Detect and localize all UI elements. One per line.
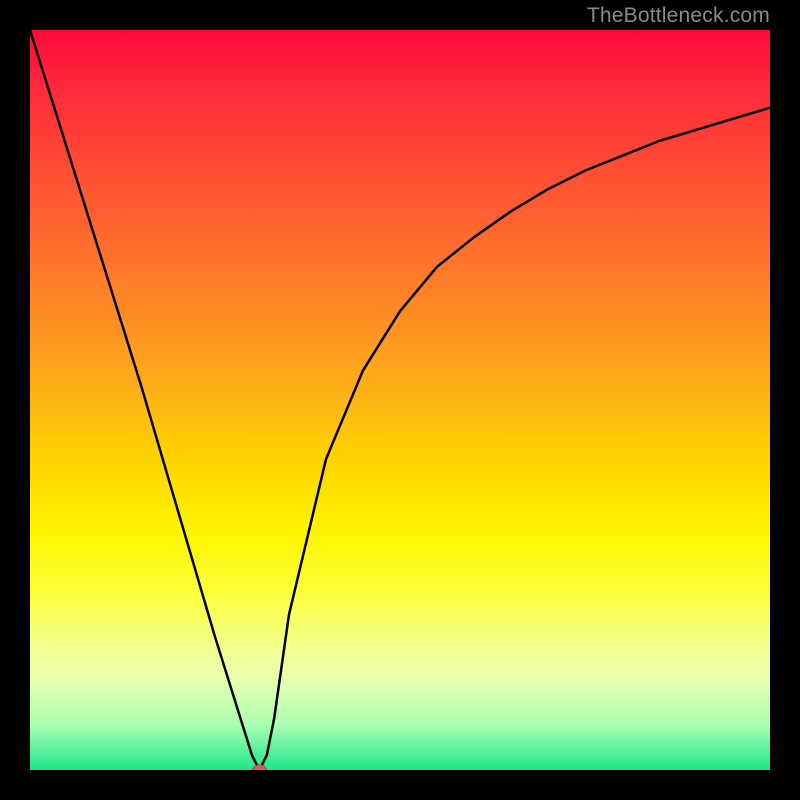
bottleneck-curve xyxy=(30,30,770,770)
attribution-label: TheBottleneck.com xyxy=(587,4,770,28)
plot-area xyxy=(30,30,770,770)
minimum-marker xyxy=(252,765,266,770)
chart-frame: TheBottleneck.com xyxy=(0,0,800,800)
chart-svg xyxy=(30,30,770,770)
